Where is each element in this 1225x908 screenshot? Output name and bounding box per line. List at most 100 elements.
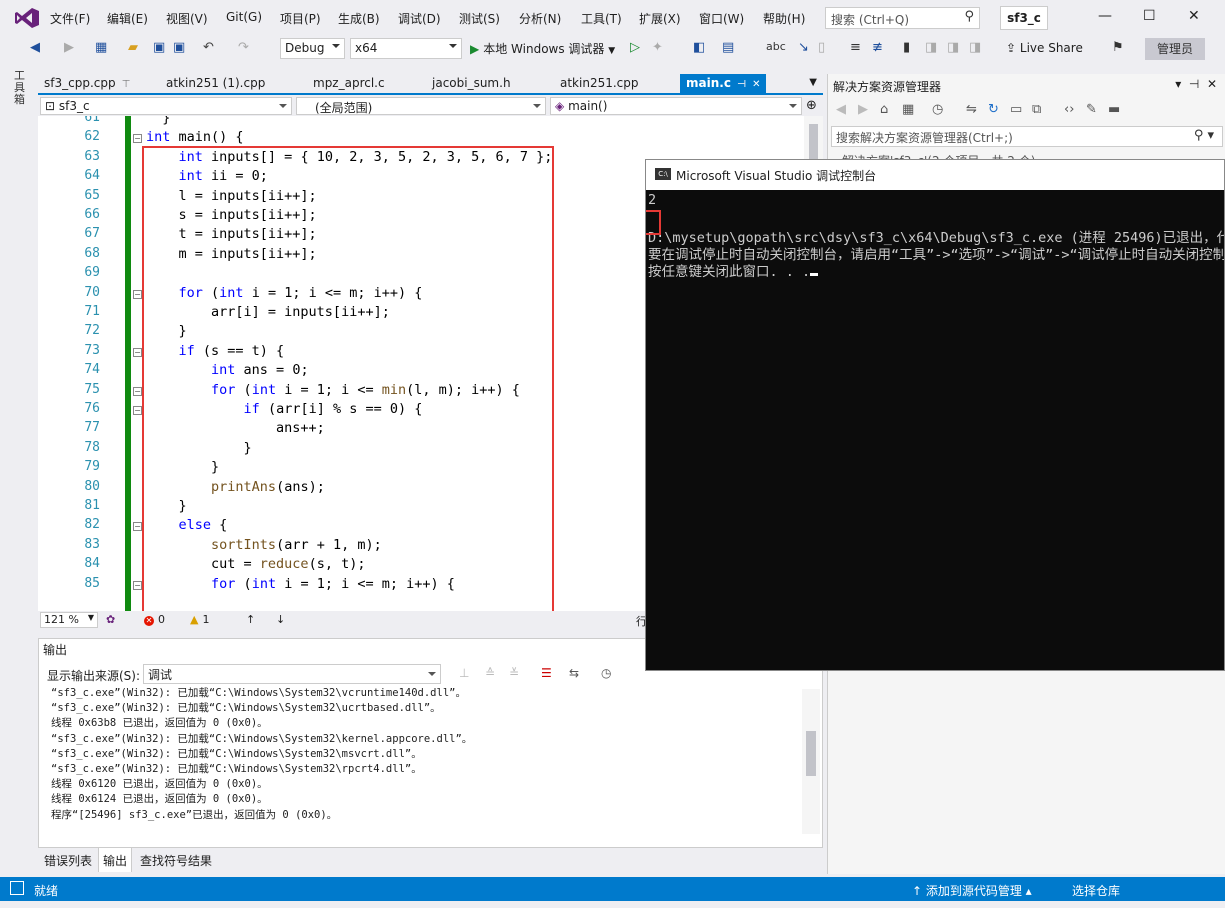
scrollbar-thumb[interactable] xyxy=(806,731,816,776)
intellicode-icon[interactable]: ✿ xyxy=(106,613,115,626)
hot-reload-icon[interactable]: ✦ xyxy=(652,40,663,55)
forward-icon[interactable]: ▶ xyxy=(64,40,74,55)
prev-message-icon[interactable]: ≙ xyxy=(485,666,495,680)
menu-help[interactable]: 帮助(H) xyxy=(763,10,805,27)
layout-icon[interactable]: ▤ xyxy=(722,40,734,55)
back-icon[interactable]: ◀ xyxy=(30,40,40,55)
tab-error-list[interactable]: 错误列表 xyxy=(44,852,92,869)
code-line[interactable]: } xyxy=(146,116,170,126)
comment-icon[interactable]: ≡ xyxy=(850,40,861,55)
tab-overflow-icon[interactable]: ▼ xyxy=(809,77,817,88)
configuration-select[interactable]: Debug xyxy=(280,38,345,59)
forward-icon[interactable]: ▶ xyxy=(858,102,868,117)
history-icon[interactable]: ◷ xyxy=(932,102,943,117)
toolbox-tab[interactable]: 工具箱 xyxy=(14,70,28,106)
minimize-icon[interactable]: — xyxy=(1098,8,1112,24)
search-input[interactable]: 搜索 (Ctrl+Q) ⚲ xyxy=(825,7,980,29)
debug-console-window[interactable]: C:\ Microsoft Visual Studio 调试控制台 2 D:\my… xyxy=(645,159,1225,671)
tab-atkin251[interactable]: atkin251.cpp xyxy=(560,76,639,90)
collapse-all-icon[interactable]: ▭ xyxy=(1010,102,1022,117)
clear-all-icon[interactable]: ☰ xyxy=(541,666,552,680)
refresh-icon[interactable]: ↻ xyxy=(988,102,999,117)
select-repository-button[interactable]: 选择仓库 xyxy=(1072,882,1120,899)
error-count[interactable]: ✕ 0 xyxy=(144,613,165,626)
clear-bookmarks-icon[interactable]: ◨ xyxy=(969,40,981,55)
tab-jacobi-sum[interactable]: jacobi_sum.h xyxy=(432,76,511,90)
platform-select[interactable]: x64 xyxy=(350,38,462,59)
collapse-icon[interactable]: − xyxy=(133,580,142,590)
collapse-icon[interactable]: − xyxy=(133,406,142,415)
close-tab-icon[interactable]: ✕ xyxy=(752,79,760,90)
solution-search-input[interactable]: 搜索解决方案资源管理器(Ctrl+;) ⚲ ▾ xyxy=(831,126,1223,147)
code-icon[interactable]: ‹› xyxy=(1064,102,1074,117)
menu-edit[interactable]: 编辑(E) xyxy=(107,10,148,27)
next-bookmark-icon[interactable]: ◨ xyxy=(947,40,959,55)
panel-options-icon[interactable]: ▾ ⊣ ✕ xyxy=(1175,77,1217,91)
output-source-select[interactable]: 调试 xyxy=(143,664,441,684)
collapse-icon[interactable]: − xyxy=(133,522,142,532)
start-without-debugging-icon[interactable]: ▷ xyxy=(630,40,640,55)
menu-tools[interactable]: 工具(T) xyxy=(581,10,622,27)
menu-extensions[interactable]: 扩展(X) xyxy=(639,10,681,27)
console-titlebar[interactable]: C:\ Microsoft Visual Studio 调试控制台 xyxy=(646,160,1224,190)
start-debugging-button[interactable]: ▶ 本地 Windows 调试器 ▼ xyxy=(470,40,615,57)
save-all-icon[interactable]: ▣ xyxy=(173,40,185,55)
menu-window[interactable]: 窗口(W) xyxy=(699,10,744,27)
output-scrollbar[interactable] xyxy=(802,689,820,834)
project-select[interactable]: ⊡ sf3_c xyxy=(40,97,292,115)
switch-views-icon[interactable]: ▦ xyxy=(902,102,914,117)
solution-name-badge[interactable]: sf3_c xyxy=(1000,6,1048,30)
menu-build[interactable]: 生成(B) xyxy=(338,10,380,27)
collapse-icon[interactable]: − xyxy=(133,386,142,396)
outline-icon[interactable]: ▯ xyxy=(818,40,825,55)
tab-atkin251-1[interactable]: atkin251 (1).cpp xyxy=(166,76,265,90)
next-message-icon[interactable]: ≚ xyxy=(509,666,519,680)
pin-icon[interactable]: ⊤ xyxy=(122,79,131,90)
feedback-icon[interactable]: ⚑ xyxy=(1112,40,1124,55)
code-line[interactable]: int main() { xyxy=(146,129,244,145)
tab-sf3-cpp[interactable]: sf3_cpp.cpp ⊤ xyxy=(44,76,130,90)
spell-check-icon[interactable]: abc xyxy=(766,40,786,53)
menu-git[interactable]: Git(G) xyxy=(226,10,262,24)
bookmark-icon[interactable]: ▮ xyxy=(903,40,910,55)
collapse-icon[interactable]: − xyxy=(133,289,142,299)
add-to-source-control-button[interactable]: ↑ 添加到源代码管理 ▴ xyxy=(912,882,1032,899)
prev-bookmark-icon[interactable]: ◨ xyxy=(925,40,937,55)
tab-find-symbol-results[interactable]: 查找符号结果 xyxy=(140,852,212,869)
show-all-files-icon[interactable]: ⧉ xyxy=(1032,102,1041,117)
live-share-button[interactable]: ⇪ Live Share xyxy=(1006,41,1083,55)
member-select[interactable]: ◈ main() xyxy=(550,97,802,115)
tab-main-c[interactable]: main.c ⊣ ✕ xyxy=(680,74,767,93)
prev-issue-icon[interactable]: ↑ xyxy=(246,613,255,626)
new-project-icon[interactable]: ▦ xyxy=(95,40,107,55)
warning-count[interactable]: ▲ 1 xyxy=(190,613,209,626)
console-body[interactable]: 2 D:\mysetup\gopath\src\dsy\sf3_c\x64\Deb… xyxy=(646,190,1224,670)
uncomment-icon[interactable]: ≢ xyxy=(872,40,883,55)
step-icon[interactable]: ↘ xyxy=(798,40,809,55)
menu-debug[interactable]: 调试(D) xyxy=(398,10,441,27)
menu-file[interactable]: 文件(F) xyxy=(50,10,90,27)
home-icon[interactable]: ⌂ xyxy=(880,102,888,117)
sync-icon[interactable]: ⇋ xyxy=(966,102,977,117)
word-wrap-icon[interactable]: ⇆ xyxy=(569,666,579,680)
back-icon[interactable]: ◀ xyxy=(836,102,846,117)
close-icon[interactable]: ✕ xyxy=(1188,8,1200,24)
clock-icon[interactable]: ◷ xyxy=(601,666,611,680)
pin-icon[interactable]: ⊣ xyxy=(737,79,746,90)
menu-project[interactable]: 项目(P) xyxy=(280,10,321,27)
redo-icon[interactable]: ↷ xyxy=(238,40,249,55)
menu-analyze[interactable]: 分析(N) xyxy=(519,10,561,27)
next-issue-icon[interactable]: ↓ xyxy=(276,613,285,626)
open-folder-icon[interactable]: ▰ xyxy=(128,40,138,55)
solution-icon[interactable]: ◧ xyxy=(693,40,705,55)
tab-output[interactable]: 输出 xyxy=(98,848,133,872)
menu-test[interactable]: 测试(S) xyxy=(459,10,500,27)
tab-mpz-aprcl[interactable]: mpz_aprcl.c xyxy=(313,76,385,90)
properties-icon[interactable]: ✎ xyxy=(1086,102,1097,117)
collapse-icon[interactable]: − xyxy=(133,134,142,144)
find-message-icon[interactable]: ⊥ xyxy=(459,666,469,680)
split-icon[interactable]: ⊕ xyxy=(806,98,817,113)
maximize-icon[interactable]: ☐ xyxy=(1143,8,1156,24)
menu-view[interactable]: 视图(V) xyxy=(166,10,208,27)
zoom-select[interactable]: 121 % ▼ xyxy=(40,612,98,628)
